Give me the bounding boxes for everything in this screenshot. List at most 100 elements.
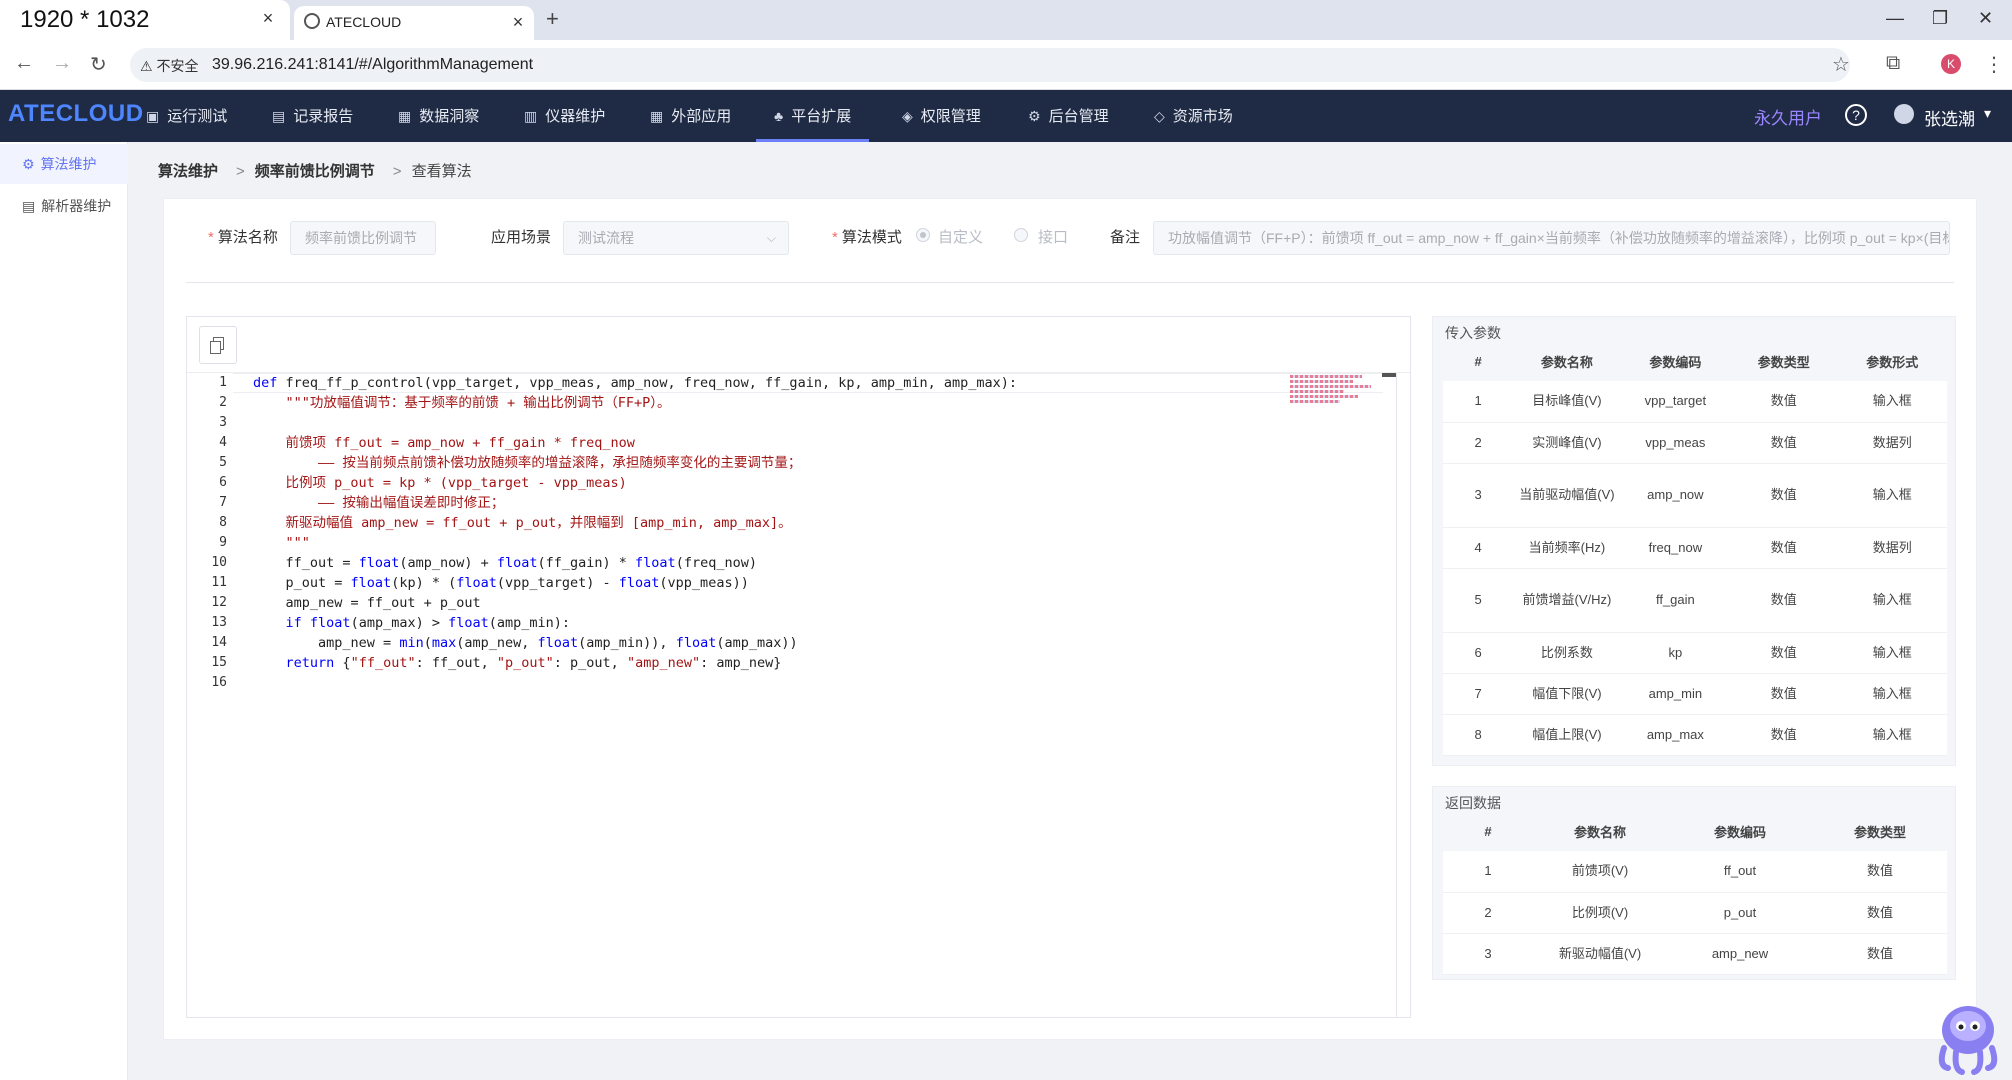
browser-tab-resolution[interactable]: 1920 * 1032 × — [0, 0, 290, 40]
param-form: 输入框 — [1837, 673, 1947, 715]
row-index: 2 — [1443, 422, 1514, 464]
copy-icon-front — [210, 341, 221, 354]
mode-custom-label[interactable]: 自定义 — [938, 226, 983, 247]
param-name: 前馈增益(V/Hz) — [1513, 568, 1621, 633]
bookmark-star-icon[interactable]: ☆ — [1832, 52, 1850, 77]
table-row: 4 当前频率(Hz) freq_now 数值 数据列 — [1443, 527, 1947, 569]
param-name: 新驱动幅值(V) — [1533, 933, 1667, 975]
browser-menu-icon[interactable]: ⋮ — [1984, 52, 2004, 77]
row-index: 3 — [1443, 463, 1514, 528]
code-line: 比例项 p_out = kp * (vpp_target - vpp_meas) — [253, 475, 627, 491]
url-text[interactable]: 39.96.216.241:8141/#/AlgorithmManagement — [212, 56, 533, 74]
breadcrumb-item[interactable]: 算法维护 — [158, 163, 218, 180]
menu-run-test[interactable]: ▣ 运行测试 — [146, 90, 227, 142]
code-minimap[interactable] — [1290, 375, 1380, 409]
table-row: 1 目标峰值(V) vpp_target 数值 输入框 — [1443, 381, 1947, 423]
forward-icon[interactable]: → — [52, 52, 72, 75]
param-form: 数据列 — [1837, 527, 1947, 569]
algorithm-detail-card: * 算法名称 频率前馈比例调节 应用场景 测试流程 ⌵ * 算法模式 自定义 接口 … — [163, 198, 1977, 1040]
user-avatar[interactable] — [1894, 104, 1914, 124]
profile-avatar[interactable]: K — [1941, 54, 1961, 74]
menu-label: 仪器维护 — [545, 108, 606, 125]
param-name: 当前频率(Hz) — [1513, 527, 1621, 569]
mode-api-label[interactable]: 接口 — [1038, 226, 1068, 247]
code-line: 新驱动幅值 amp_new = ff_out + p_out，并限幅到 [amp… — [253, 515, 792, 531]
close-window-icon[interactable]: ✕ — [1978, 8, 1993, 29]
extensions-icon[interactable]: ⧉ — [1886, 52, 1900, 75]
tab-close-icon[interactable]: × — [508, 12, 528, 33]
line-number: 15 — [211, 655, 227, 670]
line-number: 10 — [211, 555, 227, 570]
security-warning[interactable]: ⚠ 不安全 — [140, 56, 198, 76]
editor-scrollbar[interactable] — [1382, 373, 1396, 377]
menu-resource-market[interactable]: ◇ 资源市场 — [1154, 90, 1233, 142]
sidebar-item-parser[interactable]: ▤ 解析器维护 — [0, 186, 128, 226]
sidebar-item-algorithm[interactable]: ⚙ 算法维护 — [0, 144, 128, 184]
restore-icon[interactable]: ❐ — [1932, 8, 1948, 29]
line-number: 14 — [211, 635, 227, 650]
mode-api-radio[interactable] — [1014, 228, 1028, 242]
breadcrumb-separator: > — [236, 163, 245, 180]
code-editor[interactable]: 1 2 3 4 5 6 7 8 9 10 11 12 13 14 15 16 def freq_ff_p_co… — [186, 316, 1411, 1018]
menu-label: 权限管理 — [920, 108, 981, 125]
menu-permissions[interactable]: ◈ 权限管理 — [902, 90, 981, 142]
column-header: 参数名称 — [1513, 341, 1621, 381]
param-type: 数值 — [1813, 892, 1947, 934]
copy-code-button[interactable] — [199, 326, 237, 364]
breadcrumb-item[interactable]: 频率前馈比例调节 — [255, 163, 375, 180]
assistant-mascot-icon[interactable] — [1928, 996, 2008, 1076]
menu-platform-extension[interactable]: ♣ 平台扩展 — [756, 90, 870, 142]
user-name[interactable]: 张选潮 — [1924, 105, 1975, 130]
param-code: vpp_meas — [1620, 422, 1731, 464]
code-line: —— 按当前频点前馈补偿功放随频率的增益滚降，承担随频率变化的主要调节量； — [253, 455, 802, 471]
menu-instrument[interactable]: ▥ 仪器维护 — [524, 90, 605, 142]
globe-icon — [304, 13, 320, 29]
breadcrumb-current: 查看算法 — [411, 163, 472, 180]
param-type: 数值 — [1730, 632, 1838, 674]
code-line: return {"ff_out": ff_out, "p_out": p_out… — [285, 655, 782, 671]
param-form: 输入框 — [1837, 568, 1947, 633]
tab-close-icon[interactable]: × — [258, 8, 278, 29]
new-tab-button[interactable]: + — [546, 6, 559, 32]
line-number: 9 — [219, 535, 227, 550]
back-icon[interactable]: ← — [14, 52, 34, 75]
scene-value: 测试流程 — [578, 230, 634, 246]
param-code: freq_now — [1620, 527, 1731, 569]
browser-tab-atecloud[interactable]: ATECLOUD × — [294, 6, 534, 40]
code-line: def freq_ff_p_control(vpp_target, vpp_me… — [253, 375, 1018, 391]
url-field[interactable]: ⚠ 不安全 39.96.216.241:8141/#/AlgorithmMana… — [130, 48, 1850, 82]
code-line: ff_out = float(amp_now) + float(ff_gain)… — [253, 555, 757, 571]
data-insight-icon: ▦ — [398, 108, 412, 124]
param-name: 幅值下限(V) — [1513, 673, 1621, 715]
menu-record-report[interactable]: ▤ 记录报告 — [272, 90, 353, 142]
code-line: """ — [253, 535, 310, 551]
column-header: 参数名称 — [1533, 811, 1667, 851]
algorithm-name-input[interactable]: 频率前馈比例调节 — [290, 221, 436, 255]
help-icon[interactable]: ? — [1845, 104, 1867, 126]
tag-icon: ◇ — [1154, 108, 1165, 124]
param-name: 实测峰值(V) — [1513, 422, 1621, 464]
menu-external-apps[interactable]: ▦ 外部应用 — [650, 90, 731, 142]
scene-select[interactable]: 测试流程 ⌵ — [563, 221, 789, 255]
code-area[interactable]: 1 2 3 4 5 6 7 8 9 10 11 12 13 14 15 16 def freq_ff_p_co… — [187, 373, 1397, 1018]
remark-input[interactable]: 功放幅值调节（FF+P）：前馈项 ff_out = amp_now + ff_g… — [1153, 221, 1950, 255]
mode-label: * 算法模式 — [832, 229, 902, 246]
minimize-icon[interactable]: — — [1886, 8, 1904, 29]
mode-custom-radio[interactable] — [916, 228, 930, 242]
reload-icon[interactable]: ↻ — [90, 52, 107, 77]
param-name: 幅值上限(V) — [1513, 714, 1621, 756]
menu-data-insight[interactable]: ▦ 数据洞察 — [398, 90, 479, 142]
param-type: 数值 — [1730, 463, 1838, 528]
menu-label: 外部应用 — [671, 108, 732, 125]
table-row: 3 新驱动幅值(V) amp_new 数值 — [1443, 933, 1947, 975]
app-logo[interactable]: ATECLOUD — [8, 100, 144, 128]
return-data-panel: 返回数据 # 参数名称 参数编码 参数类型 1 前馈项(V) ff_out 数值 2比… — [1432, 786, 1956, 980]
table-row: 6 比例系数 kp 数值 输入框 — [1443, 632, 1947, 674]
breadcrumb-separator: > — [392, 163, 402, 180]
menu-admin[interactable]: ⚙ 后台管理 — [1028, 90, 1109, 142]
param-code: amp_max — [1620, 714, 1731, 756]
code-content[interactable]: def freq_ff_p_control(vpp_target, vpp_me… — [253, 373, 1017, 693]
chevron-down-icon[interactable]: ▾ — [1984, 105, 1991, 122]
return-data-table: # 参数名称 参数编码 参数类型 1 前馈项(V) ff_out 数值 2 比例项(V)… — [1443, 811, 1947, 975]
user-type-badge: 永久用户 — [1754, 109, 1822, 128]
